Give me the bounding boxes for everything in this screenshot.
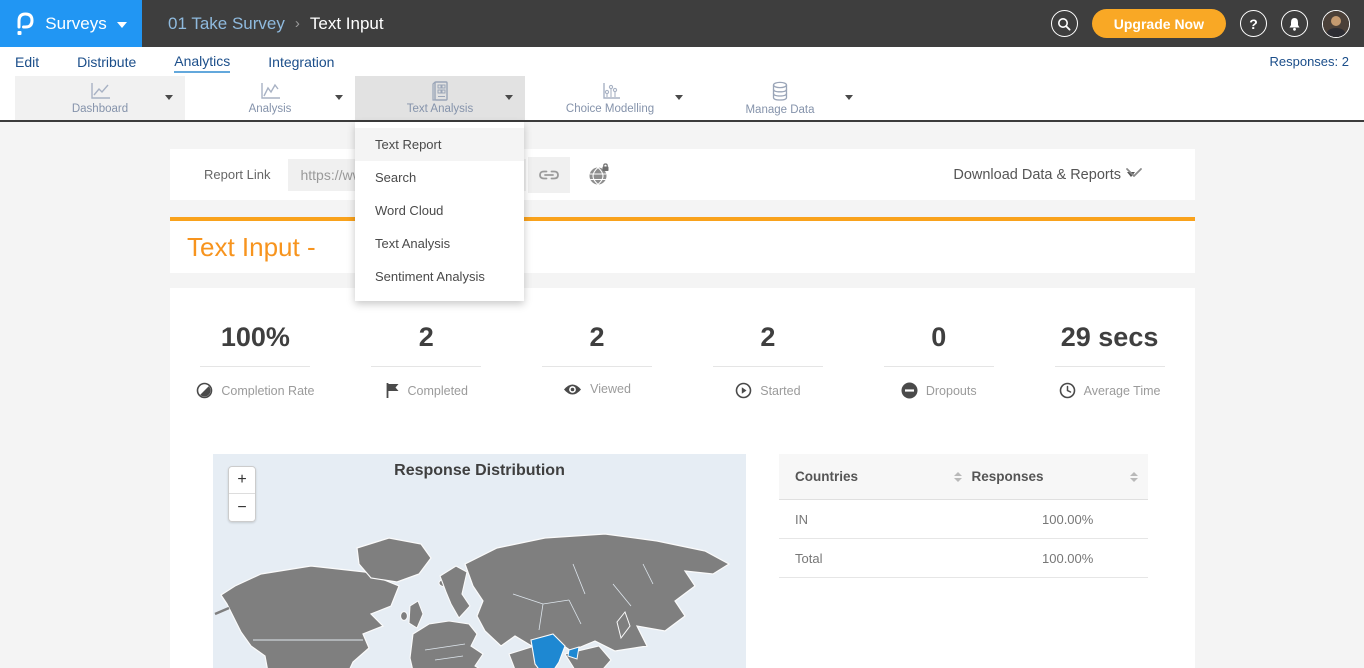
menu-item-sentiment-analysis[interactable]: Sentiment Analysis <box>355 260 524 293</box>
globe-lock-icon <box>587 163 611 187</box>
nav-item-integration[interactable]: Integration <box>268 52 334 72</box>
responses-cell: 100.00% <box>1042 512 1148 527</box>
report-document-icon <box>429 81 451 101</box>
stats-row: 100% Completion Rate 2 Completed 2 <box>170 288 1195 399</box>
header-actions: Upgrade Now ? <box>1051 9 1364 38</box>
survey-nav: Edit Distribute Analytics Integration Re… <box>0 47 1364 76</box>
tab-analysis[interactable]: Analysis <box>185 76 355 120</box>
flag-icon <box>385 382 400 399</box>
nav-item-analytics[interactable]: Analytics <box>174 51 230 73</box>
caret-down-icon[interactable] <box>165 95 173 100</box>
clock-icon <box>1059 382 1076 399</box>
stat-dropouts: 0 Dropouts <box>853 322 1024 399</box>
surveys-menu-button[interactable]: Surveys <box>0 0 142 47</box>
text-analysis-dropdown-menu: Text Report Search Word Cloud Text Analy… <box>355 122 524 301</box>
countries-table-header: Countries Responses <box>779 454 1148 500</box>
sort-icon[interactable] <box>954 472 962 482</box>
download-data-reports-dropdown[interactable]: Download Data & Reports <box>953 167 1195 183</box>
caret-down-icon[interactable] <box>845 95 853 100</box>
copy-link-button[interactable] <box>528 157 570 193</box>
notifications-button[interactable] <box>1281 10 1308 37</box>
countries-column-header[interactable]: Countries <box>795 469 858 484</box>
eye-icon <box>563 383 582 396</box>
collapse-section-button[interactable] <box>1125 165 1143 183</box>
menu-item-word-cloud[interactable]: Word Cloud <box>355 194 524 227</box>
play-circle-icon <box>735 382 752 399</box>
bell-icon <box>1288 17 1301 31</box>
menu-item-search[interactable]: Search <box>355 161 524 194</box>
table-row: IN 100.00% <box>779 500 1148 539</box>
stat-average-time: 29 secs Average Time <box>1024 322 1195 399</box>
line-chart-icon <box>88 81 112 101</box>
trend-chart-icon <box>258 81 282 101</box>
menu-item-text-analysis[interactable]: Text Analysis <box>355 227 524 260</box>
top-header: Surveys 01 Take Survey › Text Input Upgr… <box>0 0 1364 47</box>
caret-down-icon <box>117 22 127 28</box>
chevron-down-icon <box>1125 167 1143 178</box>
zoom-in-button[interactable]: + <box>229 467 255 494</box>
map-zoom-controls: + − <box>228 466 256 522</box>
response-distribution-map[interactable]: Response Distribution + − <box>213 454 746 668</box>
caret-down-icon[interactable] <box>335 95 343 100</box>
search-button[interactable] <box>1051 10 1078 37</box>
responses-column-header[interactable]: Responses <box>972 469 1044 484</box>
nav-item-distribute[interactable]: Distribute <box>77 52 136 72</box>
menu-item-text-report[interactable]: Text Report <box>355 128 524 161</box>
report-link-bar: Report Link https://ww Download Data & R… <box>170 149 1195 200</box>
responses-cell: 100.00% <box>1042 551 1148 566</box>
breadcrumb-current-page: Text Input <box>310 14 384 34</box>
questionpro-logo-icon <box>15 11 35 37</box>
app-window: Surveys 01 Take Survey › Text Input Upgr… <box>0 0 1364 668</box>
caret-down-icon[interactable] <box>505 95 513 100</box>
avatar[interactable] <box>1322 10 1350 38</box>
tab-choice-modelling[interactable]: Choice Modelling <box>525 76 695 120</box>
caret-down-icon[interactable] <box>675 95 683 100</box>
breadcrumb: 01 Take Survey › Text Input <box>168 14 384 34</box>
report-privacy-button[interactable] <box>584 160 614 190</box>
scatter-chart-icon <box>598 81 622 101</box>
tab-text-analysis[interactable]: Text Analysis <box>355 76 525 120</box>
product-label: Surveys <box>45 14 106 34</box>
countries-table: Countries Responses IN 100.00% Total 100… <box>779 454 1148 578</box>
stat-completion-rate: 100% Completion Rate <box>170 322 341 399</box>
upgrade-now-button[interactable]: Upgrade Now <box>1092 9 1226 38</box>
zoom-out-button[interactable]: − <box>229 494 255 521</box>
tab-dashboard[interactable]: Dashboard <box>15 76 185 120</box>
map-title: Response Distribution <box>213 462 746 480</box>
stat-started: 2 Started <box>682 322 853 399</box>
analytics-toolbar: Dashboard Analysis Text Analysis Choice … <box>0 76 1364 122</box>
dashboard-panel: 100% Completion Rate 2 Completed 2 <box>170 288 1195 668</box>
report-link-label: Report Link <box>204 167 270 182</box>
responses-count: Responses: 2 <box>1270 54 1350 69</box>
question-title-card: Text Input - <box>170 221 1195 273</box>
minus-circle-icon <box>901 382 918 399</box>
world-map <box>213 454 746 668</box>
breadcrumb-separator: › <box>295 15 300 32</box>
question-title: Text Input - <box>187 232 316 263</box>
country-cell: Total <box>779 551 1042 566</box>
nav-item-edit[interactable]: Edit <box>15 52 39 72</box>
completion-rate-icon <box>196 382 213 399</box>
stat-completed: 2 Completed <box>341 322 512 399</box>
question-icon: ? <box>1249 16 1258 32</box>
link-icon <box>538 169 560 181</box>
help-button[interactable]: ? <box>1240 10 1267 37</box>
sort-icon[interactable] <box>1130 472 1138 482</box>
table-row-total: Total 100.00% <box>779 539 1148 578</box>
stat-viewed: 2 Viewed <box>512 322 683 399</box>
breadcrumb-survey-link[interactable]: 01 Take Survey <box>168 14 285 34</box>
search-icon <box>1057 17 1071 31</box>
country-cell: IN <box>779 512 1042 527</box>
database-icon <box>769 81 791 102</box>
tab-manage-data[interactable]: Manage Data <box>695 76 865 120</box>
